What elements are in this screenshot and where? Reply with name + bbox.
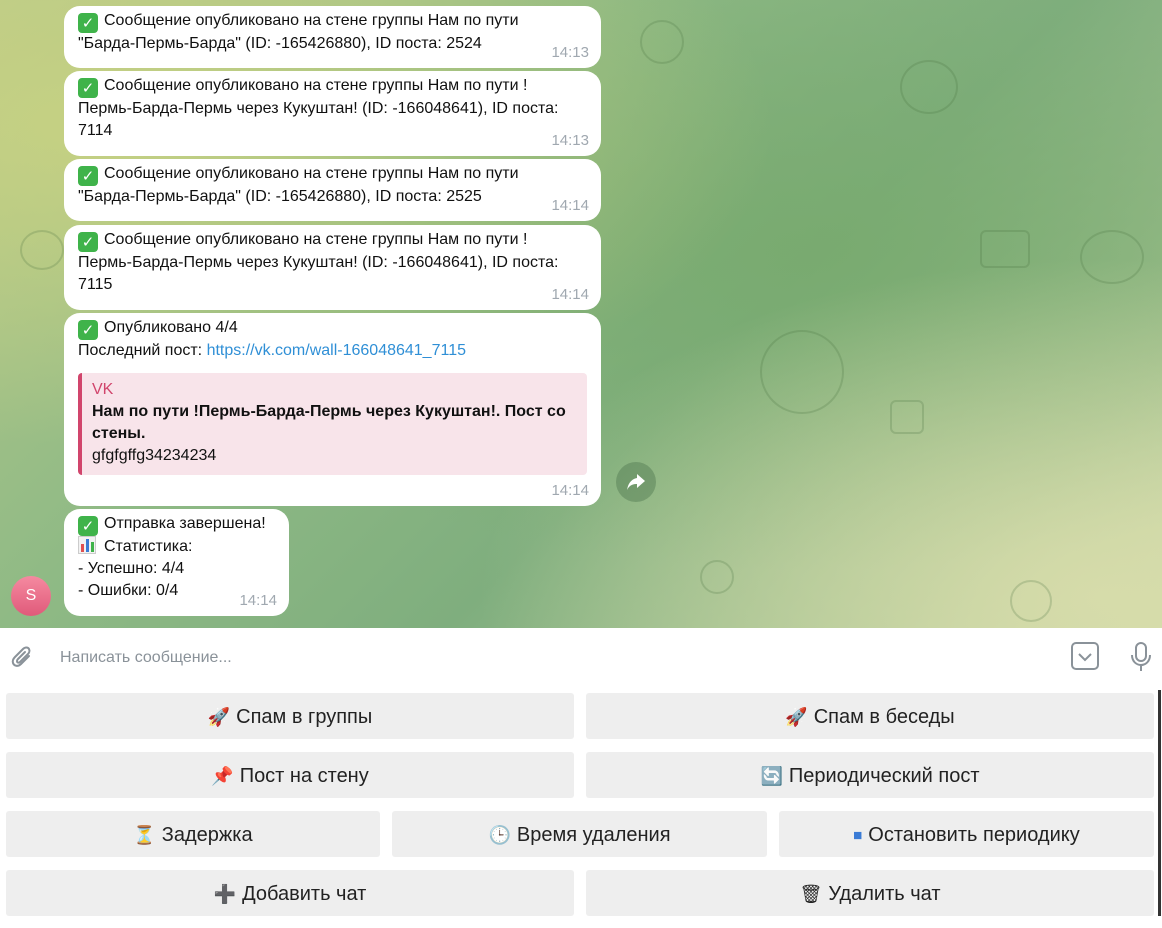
periodic-post-button[interactable]: 🔄 Периодический пост (586, 752, 1154, 798)
last-post-link[interactable]: https://vk.com/wall-166048641_7115 (207, 342, 466, 359)
message-line: Статистика: (78, 536, 275, 558)
delay-button[interactable]: ⏳ Задержка (6, 811, 380, 857)
message-line: ✓ Опубликовано 4/4 (78, 317, 587, 340)
message-line: "Барда-Пермь-Барда" (ID: -165426880), ID… (78, 35, 482, 52)
check-mark-icon: ✓ (78, 320, 98, 340)
message-line: "Барда-Пермь-Барда" (ID: -165426880), ID… (78, 188, 482, 205)
background-doodle (640, 20, 684, 64)
delete-time-button[interactable]: 🕒 Время удаления (392, 811, 767, 857)
forward-button[interactable] (616, 462, 656, 502)
message-time: 14:14 (551, 482, 589, 499)
button-label: Удалить чат (828, 883, 941, 905)
background-doodle (20, 230, 64, 270)
background-doodle (900, 60, 958, 114)
message-time: 14:13 (551, 132, 589, 149)
hourglass-icon: ⏳ (133, 825, 156, 846)
clock-icon: 🕒 (488, 825, 511, 846)
check-mark-icon: ✓ (78, 232, 98, 252)
background-doodle (700, 560, 734, 594)
button-label: Спам в беседы (813, 706, 955, 728)
background-doodle (890, 400, 924, 434)
plus-icon: ➕ (213, 884, 237, 905)
check-mark-icon: ✓ (78, 13, 98, 33)
message-input[interactable] (58, 644, 1042, 672)
chat-area: ✓ Сообщение опубликовано на стене группы … (0, 0, 1162, 628)
check-mark-icon: ✓ (78, 78, 98, 98)
button-label: Остановить периодику (868, 824, 1080, 846)
button-label: Спам в группы (236, 706, 373, 728)
button-label: Добавить чат (242, 883, 367, 905)
message-time: 14:13 (551, 44, 589, 61)
stop-icon: ⏹ (853, 825, 863, 846)
message-line: - Успешно: 4/4 (78, 560, 185, 577)
avatar[interactable]: S (11, 576, 51, 616)
message-bubble[interactable]: ✓ Сообщение опубликовано на стене группы … (64, 159, 601, 221)
check-mark-icon: ✓ (78, 516, 98, 536)
message-line: Пермь-Барда-Пермь через Кукуштан! (ID: -… (78, 100, 559, 117)
message-bubble[interactable]: ✓ Опубликовано 4/4 Последний пост: https:… (64, 313, 601, 506)
message-line: ✓ Сообщение опубликовано на стене группы … (78, 75, 587, 98)
keyboard-toggle-icon[interactable] (1071, 642, 1099, 670)
button-label: Пост на стену (239, 765, 369, 787)
scrollbar[interactable] (1158, 690, 1161, 916)
rocket-icon: 🚀 (207, 707, 231, 728)
message-bubble[interactable]: ✓ Сообщение опубликовано на стене группы … (64, 6, 601, 68)
message-bubble[interactable]: ✓ Сообщение опубликовано на стене группы … (64, 71, 601, 156)
microphone-icon[interactable] (1128, 641, 1154, 673)
message-time: 14:14 (239, 592, 277, 609)
message-time: 14:14 (551, 197, 589, 214)
link-preview[interactable]: VK Нам по пути !Пермь-Барда-Пермь через … (78, 373, 587, 475)
rocket-icon: 🚀 (785, 707, 808, 728)
background-doodle (760, 330, 844, 414)
button-label: Периодический пост (788, 765, 980, 787)
message-bubble[interactable]: ✓ Сообщение опубликовано на стене группы … (64, 225, 601, 310)
paperclip-icon[interactable] (10, 644, 36, 670)
background-doodle (980, 230, 1030, 268)
stop-periodic-button[interactable]: ⏹ Остановить периодику (779, 811, 1154, 857)
message-line: 7114 (78, 122, 113, 139)
button-label: Задержка (161, 824, 253, 846)
link-preview-title: Нам по пути !Пермь-Барда-Пермь через Кук… (92, 403, 566, 420)
check-mark-icon: ✓ (78, 166, 98, 186)
background-doodle (1080, 230, 1144, 284)
background-doodle (1010, 580, 1052, 622)
message-input-bar (0, 628, 1162, 684)
spam-chats-button[interactable]: 🚀 Спам в беседы (586, 693, 1154, 739)
link-preview-text: gfgfgffg34234234 (92, 447, 217, 464)
message-time: 14:14 (551, 286, 589, 303)
wall-post-button[interactable]: 📌 Пост на стену (6, 752, 574, 798)
add-chat-button[interactable]: ➕ Добавить чат (6, 870, 574, 916)
link-preview-title: стены. (92, 425, 146, 442)
trash-icon: 🗑 (799, 884, 823, 905)
message-line: Последний пост: https://vk.com/wall-1660… (78, 342, 466, 359)
pushpin-icon: 📌 (211, 766, 234, 787)
message-line: ✓ Сообщение опубликовано на стене группы … (78, 229, 587, 252)
message-line: Пермь-Барда-Пермь через Кукуштан! (ID: -… (78, 254, 559, 271)
message-line: 7115 (78, 276, 113, 293)
message-line: ✓ Сообщение опубликовано на стене группы … (78, 163, 587, 186)
repeat-icon: 🔄 (760, 766, 783, 787)
button-label: Время удаления (516, 824, 671, 846)
message-line: ✓ Отправка завершена! (78, 513, 275, 536)
forward-arrow-icon (627, 474, 645, 490)
link-preview-site: VK (92, 381, 114, 398)
spam-groups-button[interactable]: 🚀 Спам в группы (6, 693, 574, 739)
chevron-down-icon (1078, 653, 1092, 662)
message-line: ✓ Сообщение опубликовано на стене группы … (78, 10, 587, 33)
bar-chart-icon (78, 536, 96, 554)
delete-chat-button[interactable]: 🗑 Удалить чат (586, 870, 1154, 916)
message-bubble[interactable]: ✓ Отправка завершена! Статистика: - Успеш… (64, 509, 289, 616)
